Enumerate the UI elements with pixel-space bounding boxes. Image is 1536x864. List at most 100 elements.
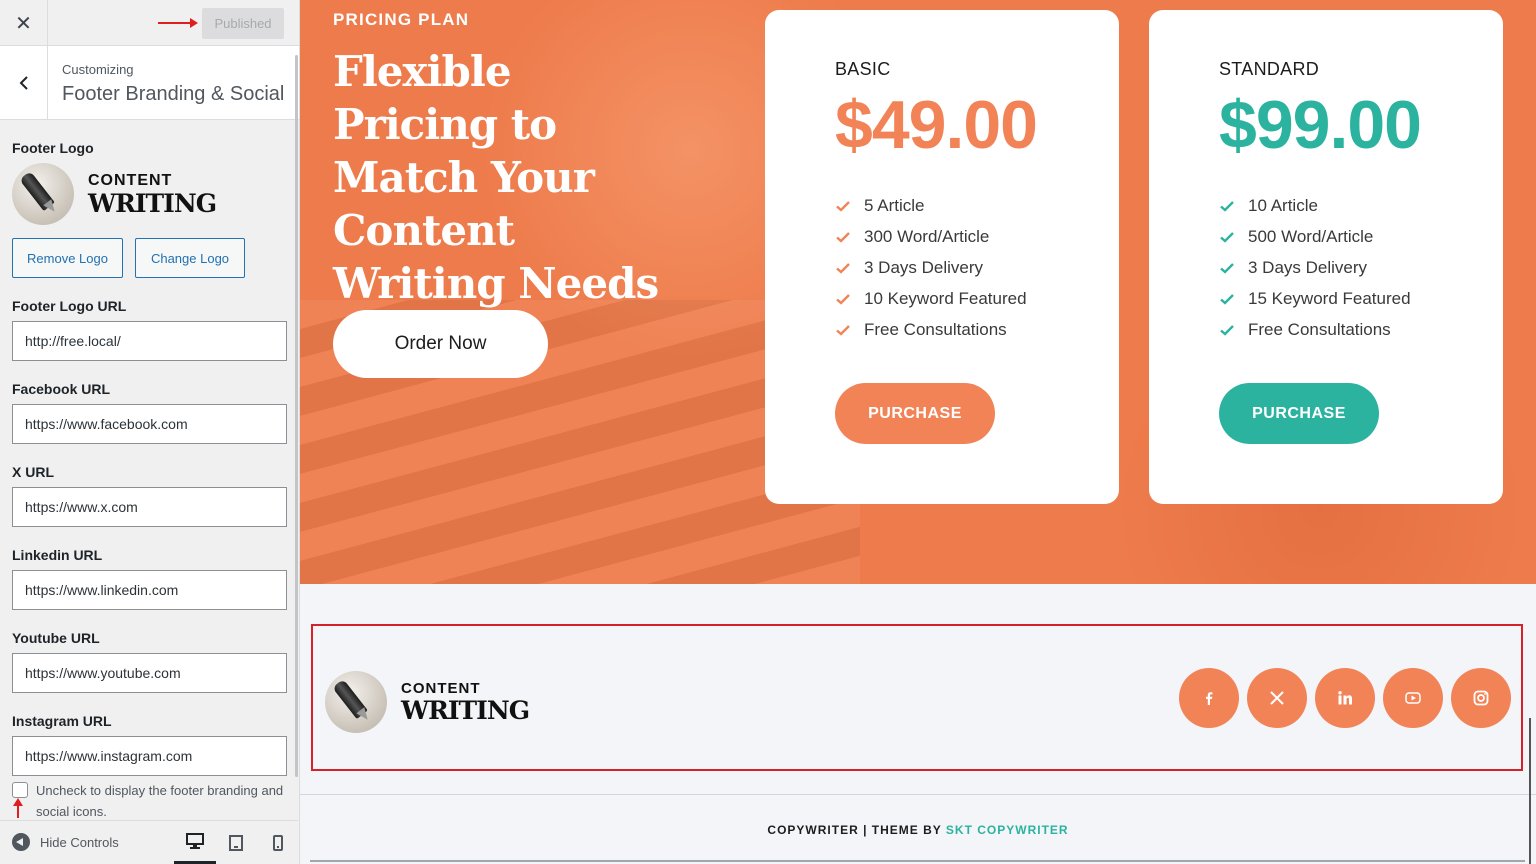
feature-item: Free Consultations xyxy=(835,315,1027,346)
youtube-icon xyxy=(1405,692,1421,704)
footer-branding-checkbox[interactable] xyxy=(12,782,28,798)
field-x-url: X URL xyxy=(12,464,287,527)
youtube-url-input[interactable] xyxy=(12,653,287,693)
linkedin-icon xyxy=(1338,691,1352,705)
instagram-url-input[interactable] xyxy=(12,736,287,776)
feature-item: Free Consultations xyxy=(1219,315,1411,346)
footer-logo-label: Footer Logo xyxy=(12,140,94,156)
logo-line2: WRITING xyxy=(88,188,217,218)
section-header: Customizing Footer Branding & Social xyxy=(0,46,299,120)
feature-text: 10 Article xyxy=(1248,195,1318,215)
logo-line1: CONTENT xyxy=(88,171,173,189)
sidebar-scrollbar[interactable] xyxy=(295,55,298,777)
feature-item: 300 Word/Article xyxy=(835,221,1027,252)
hide-controls-button[interactable]: Hide Controls xyxy=(12,833,119,851)
published-button[interactable]: Published xyxy=(202,8,284,39)
x-url-input[interactable] xyxy=(12,487,287,527)
x-url-label: X URL xyxy=(12,464,54,480)
customizer-header: ✕ Published xyxy=(0,0,299,46)
site-preview: PRICING PLAN Flexible Pricing to Match Y… xyxy=(300,0,1536,864)
check-icon xyxy=(1220,325,1234,336)
feature-item: 3 Days Delivery xyxy=(835,252,1027,283)
feature-item: 10 Keyword Featured xyxy=(835,284,1027,315)
facebook-url-label: Facebook URL xyxy=(12,381,111,397)
facebook-link[interactable] xyxy=(1179,668,1239,728)
preview-desktop-button[interactable] xyxy=(174,821,216,864)
back-button[interactable] xyxy=(0,46,48,120)
feature-text: 15 Keyword Featured xyxy=(1248,289,1411,309)
preview-scrollbar[interactable] xyxy=(1529,718,1531,864)
feature-text: 3 Days Delivery xyxy=(1248,257,1368,277)
plan-price: $99.00 xyxy=(1219,87,1422,163)
checkbox-description: Uncheck to display the footer branding a… xyxy=(36,783,284,819)
breadcrumb: Customizing xyxy=(62,62,134,77)
field-footer-logo-url: Footer Logo URL xyxy=(12,298,287,361)
feature-text: Free Consultations xyxy=(864,320,1007,340)
preview-tablet-button[interactable] xyxy=(215,821,257,864)
hide-controls-label: Hide Controls xyxy=(40,834,119,850)
close-customizer-button[interactable]: ✕ xyxy=(0,0,48,46)
purchase-basic-button[interactable]: PURCHASE xyxy=(835,383,995,444)
preview-mobile-button[interactable] xyxy=(257,821,299,864)
customizer-footer: Hide Controls xyxy=(0,820,298,864)
plan-price: $49.00 xyxy=(835,87,1038,163)
hero-title: Flexible Pricing to Match Your Content W… xyxy=(333,47,659,308)
check-icon xyxy=(1220,231,1234,243)
change-logo-button[interactable]: Change Logo xyxy=(135,238,245,278)
x-link[interactable] xyxy=(1247,668,1307,728)
feature-item: 10 Article xyxy=(1219,190,1411,221)
footer-logo-url-input[interactable] xyxy=(12,321,287,361)
plan-features: 5 Article 300 Word/Article 3 Days Delive… xyxy=(835,190,1027,346)
desktop-icon xyxy=(186,833,204,849)
plan-name: STANDARD xyxy=(1219,59,1320,79)
feature-item: 5 Article xyxy=(835,190,1027,221)
purchase-standard-button[interactable]: PURCHASE xyxy=(1219,383,1379,444)
facebook-url-input[interactable] xyxy=(12,404,287,444)
check-icon xyxy=(836,200,850,212)
linkedin-link[interactable] xyxy=(1315,668,1375,728)
feature-text: 10 Keyword Featured xyxy=(864,289,1027,309)
theme-author-link[interactable]: SKT COPYWRITER xyxy=(946,823,1069,837)
close-icon: ✕ xyxy=(15,12,32,35)
feature-text: 3 Days Delivery xyxy=(864,257,984,277)
feature-text: 500 Word/Article xyxy=(1248,226,1374,246)
x-icon xyxy=(1270,691,1284,705)
feature-text: 300 Word/Article xyxy=(864,226,990,246)
social-icons xyxy=(1179,668,1511,728)
controls-panel: Footer Logo CONTENT WRITING Remove Logo … xyxy=(0,121,298,776)
linkedin-url-input[interactable] xyxy=(12,570,287,610)
mobile-icon xyxy=(273,835,283,851)
copyright-text: COPYWRITER | THEME BY SKT COPYWRITER xyxy=(300,823,1536,837)
tablet-icon xyxy=(229,835,243,851)
chevron-left-icon xyxy=(19,76,28,90)
collapse-icon xyxy=(12,833,30,851)
instagram-icon xyxy=(1473,690,1489,706)
annotation-arrow-right xyxy=(158,18,198,28)
plan-name: BASIC xyxy=(835,59,891,79)
annotation-arrow-up xyxy=(13,798,23,818)
instagram-link[interactable] xyxy=(1451,668,1511,728)
plan-features: 10 Article 500 Word/Article 3 Days Deliv… xyxy=(1219,190,1411,346)
footer-branding-toggle: Uncheck to display the footer branding a… xyxy=(12,780,292,822)
footer-logo[interactable]: CONTENT WRITING xyxy=(325,671,530,733)
youtube-url-label: Youtube URL xyxy=(12,630,100,646)
youtube-link[interactable] xyxy=(1383,668,1443,728)
logo-line1: CONTENT xyxy=(401,680,481,697)
copyright-prefix: COPYWRITER | THEME BY xyxy=(767,823,942,837)
plan-card-standard: STANDARD $99.00 10 Article 500 Word/Arti… xyxy=(1149,10,1503,504)
customizer-sidebar: ✕ Published Customizing Footer Branding … xyxy=(0,0,300,864)
remove-logo-button[interactable]: Remove Logo xyxy=(12,238,123,278)
check-icon xyxy=(1220,294,1234,305)
check-icon xyxy=(1220,263,1234,274)
field-facebook-url: Facebook URL xyxy=(12,381,287,444)
bottom-divider xyxy=(310,860,1525,862)
pen-logo-icon xyxy=(325,671,387,733)
field-youtube-url: Youtube URL xyxy=(12,630,287,693)
check-icon xyxy=(836,231,850,243)
footer-divider xyxy=(300,794,1536,795)
pen-logo-icon xyxy=(12,163,74,225)
field-instagram-url: Instagram URL xyxy=(12,713,287,776)
order-now-button[interactable]: Order Now xyxy=(333,310,548,378)
check-icon xyxy=(1220,200,1234,212)
check-icon xyxy=(836,325,850,336)
